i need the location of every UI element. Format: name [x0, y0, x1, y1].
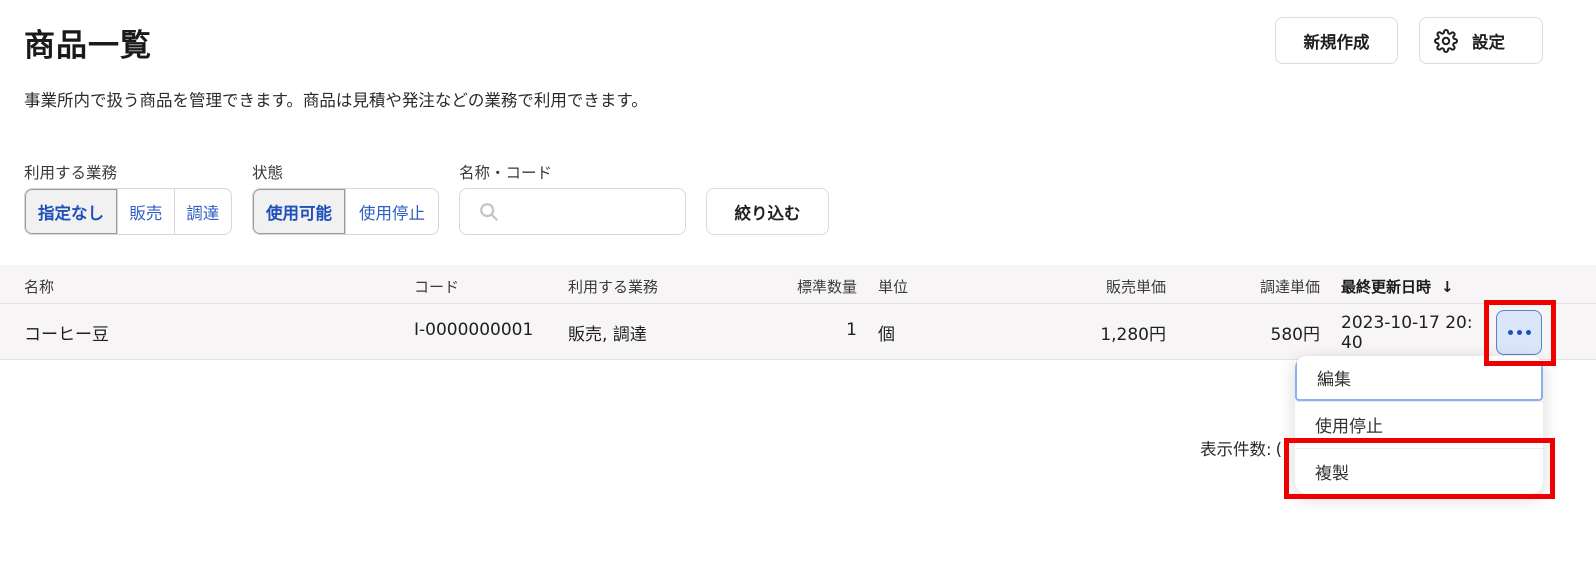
- status-option-suspended[interactable]: 使用停止: [346, 189, 438, 234]
- usage-option-none[interactable]: 指定なし: [25, 189, 119, 234]
- usage-option-procurement[interactable]: 調達: [175, 189, 231, 234]
- status-filter: 使用可能 使用停止: [252, 188, 439, 235]
- column-header-purchase-price[interactable]: 調達単価: [1220, 276, 1320, 297]
- settings-button-label: 設定: [1472, 32, 1505, 52]
- column-header-updated-at[interactable]: 最終更新日時 ↓: [1341, 276, 1454, 297]
- column-header-updated-at-label: 最終更新日時: [1341, 278, 1432, 296]
- new-button[interactable]: 新規作成: [1275, 17, 1398, 64]
- cell-code: I-0000000001: [414, 320, 534, 340]
- usage-filter-label: 利用する業務: [24, 164, 118, 182]
- menu-item-duplicate[interactable]: 複製: [1295, 448, 1543, 493]
- search-input[interactable]: [510, 199, 675, 225]
- settings-button[interactable]: 設定: [1419, 17, 1543, 64]
- cell-name: コーヒー豆: [24, 325, 109, 345]
- search-label: 名称・コード: [459, 164, 553, 182]
- search-icon: [480, 203, 499, 222]
- gear-icon: [1434, 28, 1458, 53]
- arrow-down-icon: ↓: [1441, 278, 1454, 296]
- column-header-sale-price[interactable]: 販売単価: [1066, 276, 1166, 297]
- column-header-usage[interactable]: 利用する業務: [568, 276, 658, 297]
- cell-updated-at: 2023-10-17 20:40: [1341, 313, 1473, 353]
- usage-option-sales[interactable]: 販売: [118, 189, 175, 234]
- status-filter-label: 状態: [252, 164, 284, 182]
- row-action-menu: 編集 使用停止 複製: [1295, 356, 1543, 494]
- menu-item-edit[interactable]: 編集: [1295, 356, 1543, 401]
- usage-filter: 指定なし 販売 調達: [24, 188, 232, 235]
- cell-purchase-price: 580円: [1270, 325, 1320, 345]
- column-header-name[interactable]: 名称: [24, 276, 54, 297]
- table-row[interactable]: コーヒー豆 I-0000000001 販売, 調達 1 個 1,280円 580…: [0, 304, 1596, 360]
- cell-usage: 販売, 調達: [568, 325, 647, 345]
- page-size-label: 表示件数:: [1200, 440, 1272, 459]
- search-box[interactable]: [459, 188, 686, 235]
- table-header: 名称 コード 利用する業務 標準数量 単位 販売単価 調達単価 最終更新日時 ↓: [0, 265, 1596, 304]
- page-size-value[interactable]: (: [1276, 440, 1282, 459]
- row-more-button[interactable]: [1496, 310, 1542, 355]
- status-option-active[interactable]: 使用可能: [253, 189, 346, 234]
- menu-item-suspend[interactable]: 使用停止: [1295, 401, 1543, 446]
- page-description: 事業所内で扱う商品を管理できます。商品は見積や発注などの業務で利用できます。: [24, 91, 648, 110]
- apply-filter-button[interactable]: 絞り込む: [706, 188, 829, 235]
- more-horizontal-icon: [1507, 330, 1531, 335]
- cell-unit: 個: [878, 325, 895, 345]
- page-size-control[interactable]: 表示件数:(: [1200, 436, 1282, 460]
- cell-sale-price: 1,280円: [1100, 325, 1166, 345]
- column-header-unit[interactable]: 単位: [878, 276, 908, 297]
- page-title: 商品一覧: [24, 28, 152, 64]
- cell-std-qty: 1: [846, 320, 857, 340]
- column-header-code[interactable]: コード: [414, 276, 459, 297]
- column-header-std-qty[interactable]: 標準数量: [757, 276, 857, 297]
